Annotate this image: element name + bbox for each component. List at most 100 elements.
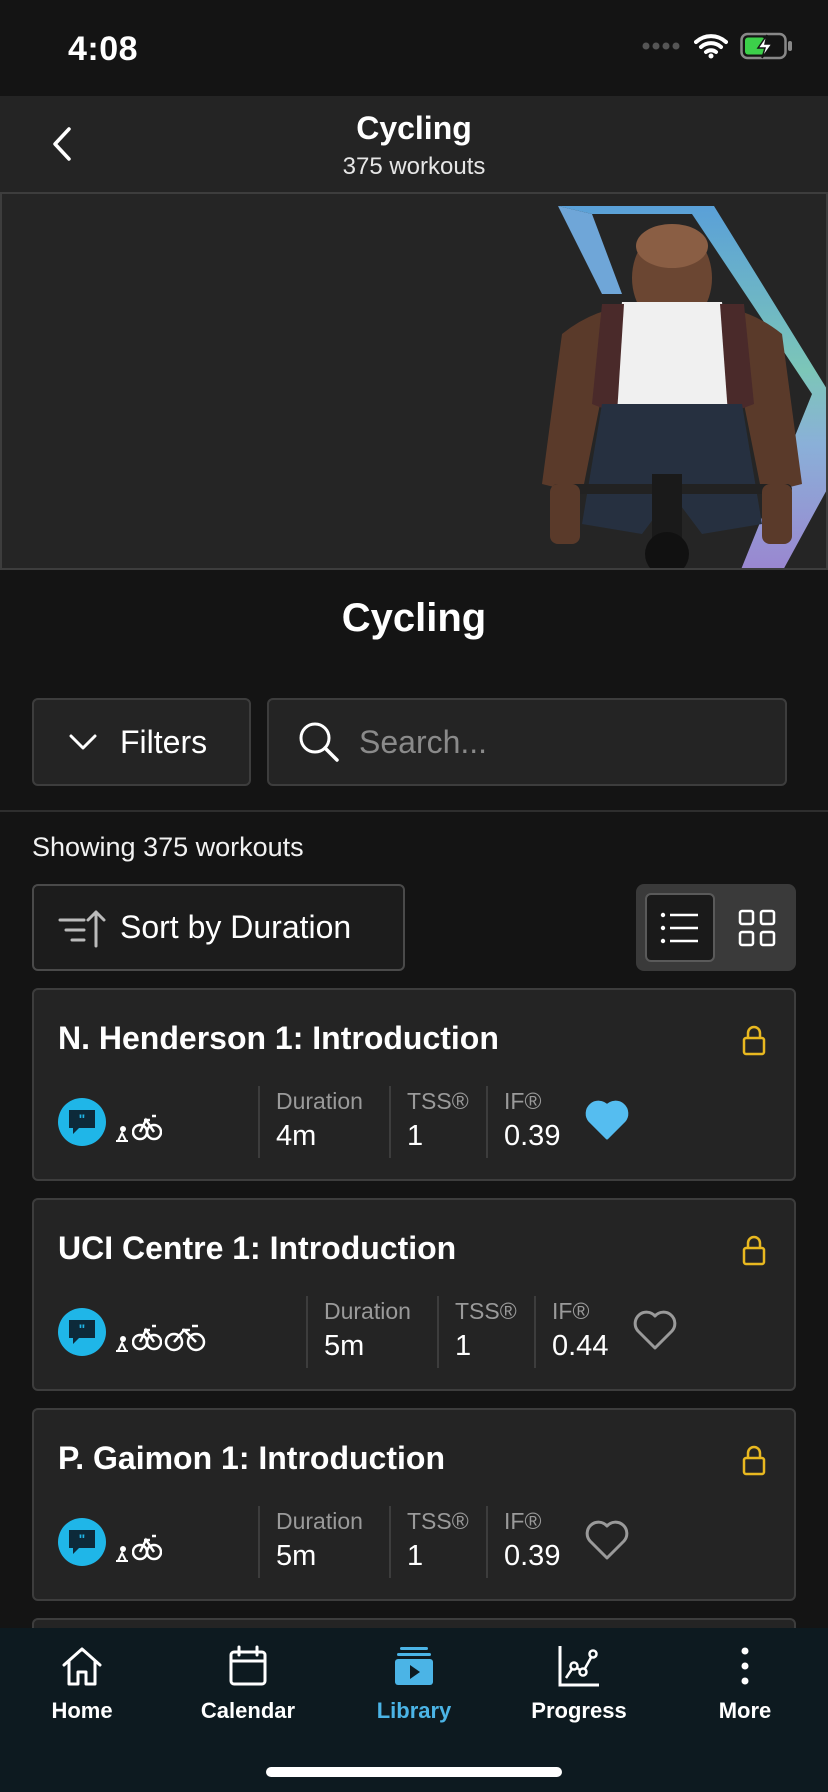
home-icon xyxy=(58,1642,106,1690)
duration-value: 4m xyxy=(276,1120,317,1152)
workout-card[interactable]: N. Henderson 1: Introduction " Duration … xyxy=(32,988,796,1181)
results-count: Showing 375 workouts xyxy=(32,832,304,862)
home-indicator xyxy=(266,1767,562,1777)
tss-label: TSS® xyxy=(407,1508,469,1534)
wifi-icon xyxy=(694,34,728,59)
nav-header: Cycling 375 workouts xyxy=(0,96,828,192)
grid-view-button[interactable] xyxy=(724,893,790,962)
tab-label: Library xyxy=(376,1698,452,1723)
status-bar: 4:08 xyxy=(0,0,828,96)
status-icons xyxy=(642,32,794,60)
indoor-bike-icon xyxy=(116,1336,128,1352)
search-field[interactable] xyxy=(267,698,787,786)
workout-card[interactable]: P. Gaimon 1: Introduction " Duration 5m … xyxy=(32,1408,796,1601)
tss-metric: TSS® 1 xyxy=(389,1086,469,1158)
workout-title: UCI Centre 1: Introduction xyxy=(58,1230,457,1266)
if-value: 0.39 xyxy=(504,1120,561,1152)
if-label: IF® xyxy=(504,1088,542,1114)
duration-label: Duration xyxy=(276,1088,363,1114)
bike-type-icons xyxy=(114,1522,162,1562)
calendar-icon xyxy=(224,1642,272,1690)
heart-outline-icon[interactable] xyxy=(632,1308,678,1352)
list-view-button[interactable] xyxy=(645,893,715,962)
if-metric: IF® 0.39 xyxy=(486,1086,560,1158)
outdoor-bike-icon xyxy=(132,1324,162,1351)
svg-text:": " xyxy=(79,1111,86,1127)
tab-progress[interactable]: Progress xyxy=(509,1642,649,1742)
battery-charging-icon xyxy=(740,32,792,60)
cellular-signal-icon xyxy=(642,42,680,50)
tab-label: More xyxy=(718,1698,772,1723)
progress-icon xyxy=(555,1642,603,1690)
view-toggle xyxy=(636,884,796,971)
workout-details: " Duration 5m TSS® 1 IF® 0.39 xyxy=(58,1506,774,1578)
svg-text:": " xyxy=(79,1531,86,1547)
sort-label: Sort by Duration xyxy=(120,909,352,945)
filters-label: Filters xyxy=(120,723,208,760)
lock-icon xyxy=(742,1025,766,1056)
workout-card[interactable]: UCI Centre 1: Introduction " Duration 5m… xyxy=(32,1198,796,1391)
lock-icon xyxy=(742,1235,766,1266)
workout-details: " Duration 4m TSS® 1 IF® 0.39 xyxy=(58,1086,774,1158)
if-label: IF® xyxy=(552,1298,590,1324)
tss-value: 1 xyxy=(455,1330,472,1362)
bike-type-icons xyxy=(114,1102,162,1142)
indoor-bike-icon xyxy=(116,1126,128,1142)
grid-view-icon xyxy=(738,909,776,946)
tss-label: TSS® xyxy=(455,1298,517,1324)
bike-type-icons xyxy=(114,1312,206,1352)
workout-details: " Duration 5m TSS® 1 IF® 0.44 xyxy=(58,1296,774,1368)
tss-label: TSS® xyxy=(407,1088,469,1114)
page-title: Cycling xyxy=(356,110,472,146)
tss-value: 1 xyxy=(407,1120,424,1152)
if-value: 0.44 xyxy=(552,1330,609,1362)
tab-label: Progress xyxy=(531,1698,627,1723)
lock-icon xyxy=(742,1445,766,1476)
if-metric: IF® 0.39 xyxy=(486,1506,560,1578)
filters-button[interactable]: Filters xyxy=(32,698,251,786)
page-subtitle: 375 workouts xyxy=(342,153,486,180)
cyclist-hero-image xyxy=(542,206,826,568)
workout-title: P. Gaimon 1: Introduction xyxy=(58,1440,445,1476)
if-metric: IF® 0.44 xyxy=(534,1296,608,1368)
chevron-down-icon xyxy=(68,727,98,757)
road-bike-icon xyxy=(164,1324,206,1352)
tab-calendar[interactable]: Calendar xyxy=(178,1642,318,1742)
duration-value: 5m xyxy=(276,1540,317,1572)
screen: 4:08 Cycling 375 workouts Cycling Filter… xyxy=(0,0,828,1792)
divider xyxy=(0,810,828,812)
svg-text:": " xyxy=(79,1321,86,1337)
heart-filled-icon[interactable] xyxy=(584,1098,630,1142)
tab-home[interactable]: Home xyxy=(12,1642,152,1742)
section-title: Cycling xyxy=(341,596,487,640)
tss-metric: TSS® 1 xyxy=(437,1296,517,1368)
list-view-icon xyxy=(660,912,698,943)
tab-label: Home xyxy=(51,1698,113,1723)
search-input[interactable] xyxy=(359,723,739,761)
indoor-bike-icon xyxy=(116,1546,128,1562)
sort-ascending-icon xyxy=(58,910,106,947)
search-icon xyxy=(299,722,339,762)
duration-metric: Duration 5m xyxy=(306,1296,411,1368)
tab-library[interactable]: Library xyxy=(344,1642,484,1742)
coach-quote-icon: " xyxy=(58,1308,106,1356)
more-icon xyxy=(721,1642,769,1690)
library-icon xyxy=(390,1642,438,1690)
heart-outline-icon[interactable] xyxy=(584,1518,630,1562)
duration-metric: Duration 4m xyxy=(258,1086,363,1158)
duration-metric: Duration 5m xyxy=(258,1506,363,1578)
duration-label: Duration xyxy=(324,1298,411,1324)
workout-title: N. Henderson 1: Introduction xyxy=(58,1020,499,1056)
if-label: IF® xyxy=(504,1508,542,1534)
duration-label: Duration xyxy=(276,1508,363,1534)
outdoor-bike-icon xyxy=(132,1534,162,1561)
tss-metric: TSS® 1 xyxy=(389,1506,469,1578)
outdoor-bike-icon xyxy=(132,1114,162,1141)
if-value: 0.39 xyxy=(504,1540,561,1572)
tss-value: 1 xyxy=(407,1540,424,1572)
sort-button[interactable]: Sort by Duration xyxy=(32,884,405,971)
coach-quote-icon: " xyxy=(58,1098,106,1146)
duration-value: 5m xyxy=(324,1330,365,1362)
hero-banner xyxy=(0,192,828,570)
tab-more[interactable]: More xyxy=(675,1642,815,1742)
